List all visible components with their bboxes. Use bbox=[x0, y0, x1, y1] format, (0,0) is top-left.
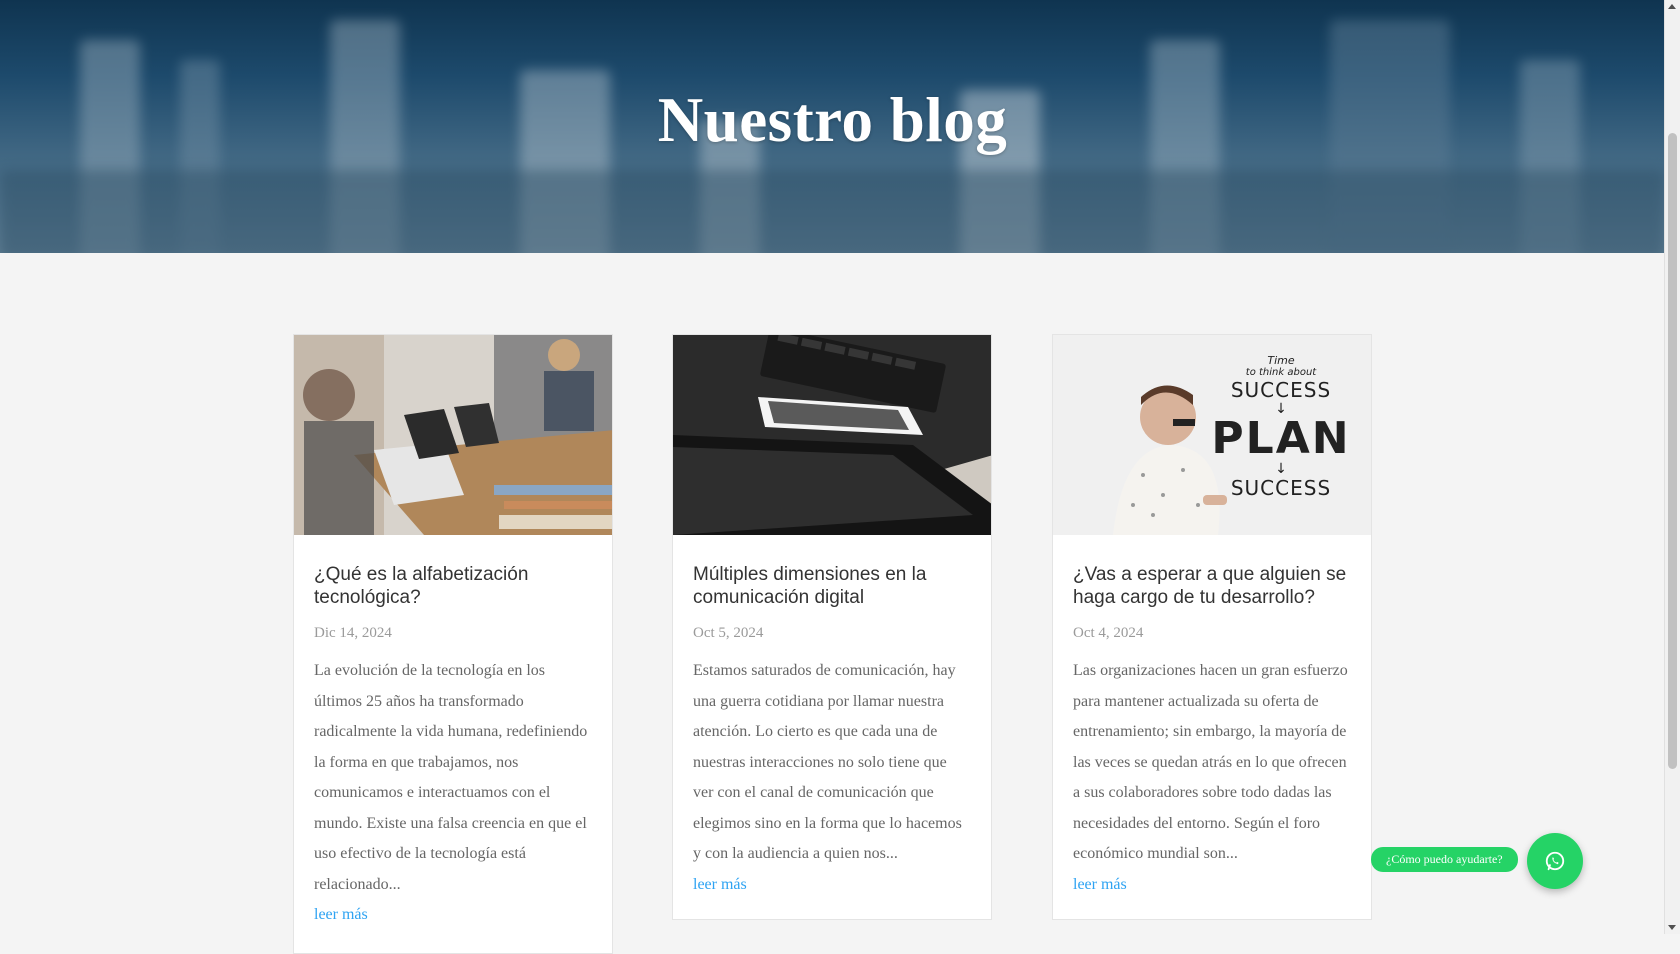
post-date: Oct 4, 2024 bbox=[1073, 625, 1144, 641]
post-excerpt: Las organizaciones hacen un gran esfuerz… bbox=[1073, 662, 1348, 862]
hero-banner: Nuestro blog bbox=[0, 0, 1665, 253]
scroll-up-icon[interactable] bbox=[1668, 4, 1676, 9]
whatsapp-chat-button[interactable] bbox=[1527, 833, 1583, 889]
post-date: Oct 5, 2024 bbox=[693, 625, 764, 641]
blog-post-card: Múltiples dimensiones en la comunicación… bbox=[672, 334, 992, 920]
time-text: Time bbox=[1267, 354, 1295, 367]
chat-prompt-bubble[interactable]: ¿Cómo puedo ayudarte? bbox=[1371, 847, 1518, 872]
read-more-link[interactable]: leer más bbox=[1073, 870, 1127, 900]
post-title[interactable]: ¿Vas a esperar a que alguien se haga car… bbox=[1073, 563, 1351, 609]
scroll-down-icon[interactable] bbox=[1668, 925, 1676, 930]
post-excerpt: Estamos saturados de comunicación, hay u… bbox=[693, 662, 962, 862]
post-date: Dic 14, 2024 bbox=[314, 625, 392, 641]
post-title[interactable]: ¿Qué es la alfabetización tecnológica? bbox=[314, 563, 592, 609]
post-thumbnail[interactable] bbox=[673, 335, 991, 535]
read-more-link[interactable]: leer más bbox=[314, 900, 368, 930]
success-plan-illustration: Time to think about SUCCESS ↓ PLAN ↓ SUC… bbox=[1201, 354, 1361, 501]
blog-post-card: ¿Qué es la alfabetización tecnológica? D… bbox=[293, 334, 613, 954]
scrollbar[interactable] bbox=[1664, 0, 1680, 934]
post-thumbnail[interactable]: Time to think about SUCCESS ↓ PLAN ↓ SUC… bbox=[1053, 335, 1371, 535]
scrollbar-thumb[interactable] bbox=[1668, 133, 1677, 769]
page-title: Nuestro blog bbox=[657, 85, 1008, 155]
success-text-bottom: SUCCESS bbox=[1230, 476, 1332, 500]
success-text-top: SUCCESS bbox=[1230, 378, 1332, 402]
whatsapp-icon bbox=[1545, 851, 1565, 871]
plan-text: PLAN bbox=[1211, 413, 1351, 464]
post-excerpt: La evolución de la tecnología en los últ… bbox=[314, 662, 588, 893]
post-title[interactable]: Múltiples dimensiones en la comunicación… bbox=[693, 563, 971, 609]
blog-post-card: Time to think about SUCCESS ↓ PLAN ↓ SUC… bbox=[1052, 334, 1372, 920]
post-thumbnail[interactable] bbox=[294, 335, 612, 535]
think-text: to think about bbox=[1245, 367, 1317, 378]
read-more-link[interactable]: leer más bbox=[693, 870, 747, 900]
